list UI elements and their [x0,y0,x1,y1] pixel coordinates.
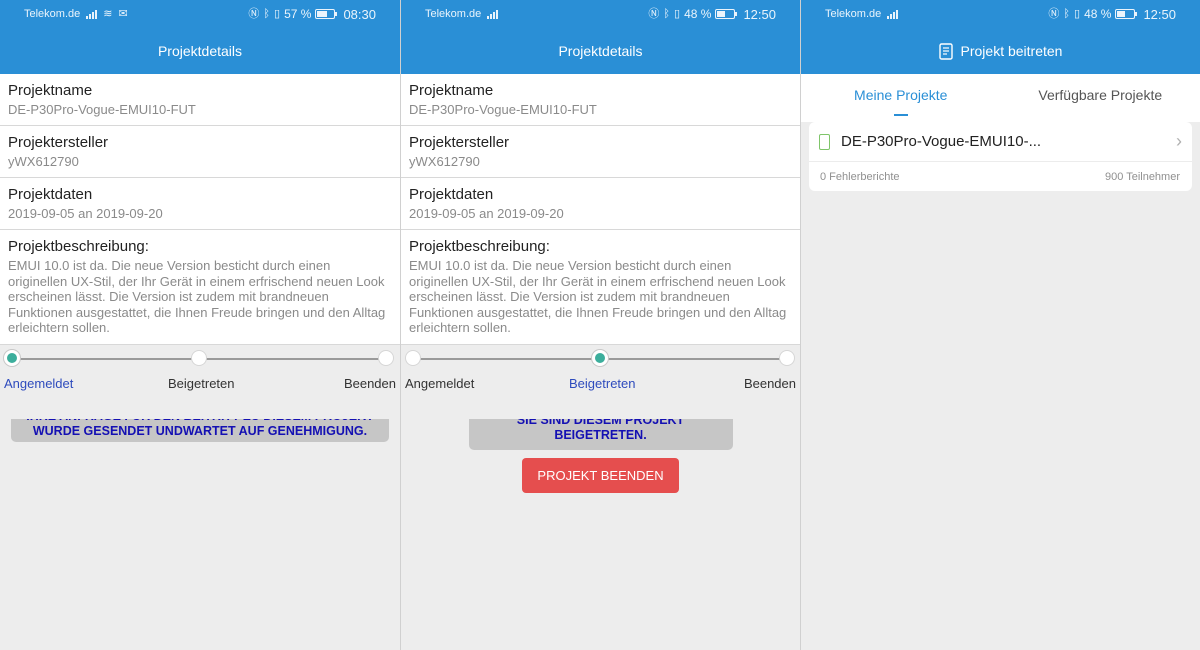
bug-report-count: 0 Fehlerberichte [820,171,900,183]
field-label: Projektdaten [409,186,494,203]
page-title: Projekt beitreten [960,43,1063,59]
battery-percent: 48 % [1084,7,1112,21]
signal-icon [887,9,899,19]
nfc-icon: Ⓝ [248,7,260,20]
screen-project-details-pending: Telekom.de ≋ ✉ Ⓝ ᛒ ▯ 57 % 08:30 Projektd… [0,0,400,650]
project-details: Projektname DE-P30Pro-Vogue-EMUI10-FUT P… [401,74,800,345]
clock: 08:30 [343,6,376,22]
field-value: 2019-09-05 an 2019-09-20 [8,206,163,221]
clock: 12:50 [743,6,776,22]
phone-icon [819,133,830,150]
status-bar: Telekom.de Ⓝ ᛒ ▯ 48 % 12:50 [801,0,1200,28]
field-project-dates: Projektdaten 2019-09-05 an 2019-09-20 [401,178,800,230]
project-card-header[interactable]: DE-P30Pro-Vogue-EMUI10-... › [809,122,1192,162]
battery-icon [315,9,338,19]
document-icon [938,42,953,60]
signal-icon [86,9,98,19]
step-label-end: Beenden [343,375,396,391]
status-bar: Telekom.de ≋ ✉ Ⓝ ᛒ ▯ 57 % 08:30 [0,0,400,28]
vibrate-icon: ▯ [1074,7,1081,20]
nfc-icon: Ⓝ [1048,7,1060,20]
field-value: yWX612790 [8,154,79,169]
project-details: Projektname DE-P30Pro-Vogue-EMUI10-FUT P… [0,74,400,345]
step-node-registered [405,349,421,366]
field-value: DE-P30Pro-Vogue-EMUI10-FUT [409,102,597,117]
field-value: 2019-09-05 an 2019-09-20 [409,206,564,221]
battery-icon [1115,9,1138,19]
carrier-label: Telekom.de [425,8,482,20]
app-bar: Telekom.de Ⓝ ᛒ ▯ 48 % 12:50 Projekt beit… [801,0,1200,74]
bluetooth-icon: ᛒ [663,7,671,20]
field-project-description: Projektbeschreibung: EMUI 10.0 ist da. D… [401,230,800,345]
field-label: Projektersteller [409,134,510,151]
field-label: Projektbeschreibung: [409,238,550,255]
signal-icon [487,9,499,19]
wifi-icon: ≋ [103,7,113,20]
carrier-label: Telekom.de [24,8,81,20]
step-label-joined: Beigetreten [168,375,235,391]
step-label-registered: Angemeldet [405,375,475,391]
field-label: Projektersteller [8,134,109,151]
field-label: Projektname [409,82,494,99]
vibrate-icon: ▯ [274,7,281,20]
page-title: Projektdetails [157,43,243,59]
field-project-dates: Projektdaten 2019-09-05 an 2019-09-20 [0,178,400,230]
app-bar: Telekom.de Ⓝ ᛒ ▯ 48 % 12:50 Projektdetai… [401,0,800,74]
field-project-name: Projektname DE-P30Pro-Vogue-EMUI10-FUT [0,74,400,126]
progress-stepper: Angemeldet Beigetreten Beenden [401,344,800,419]
project-card[interactable]: DE-P30Pro-Vogue-EMUI10-... › 0 Fehlerber… [809,122,1192,191]
battery-percent: 48 % [684,7,712,21]
step-label-joined: Beigetreten [569,375,636,391]
field-project-description: Projektbeschreibung: EMUI 10.0 ist da. D… [0,230,400,345]
field-label: Projektbeschreibung: [8,238,149,255]
bluetooth-icon: ᛒ [1063,7,1071,20]
app-bar: Telekom.de ≋ ✉ Ⓝ ᛒ ▯ 57 % 08:30 Projektd… [0,0,400,74]
field-project-creator: Projektersteller yWX612790 [0,126,400,178]
step-label-registered: Angemeldet [4,375,74,391]
field-label: Projektdaten [8,186,93,203]
project-name: DE-P30Pro-Vogue-EMUI10-... [841,133,1042,150]
step-node-end [779,349,795,366]
tab-available-projects[interactable]: Verfügbare Projekte [1001,74,1200,122]
page-title-bar: Projekt beitreten [801,28,1200,74]
field-value: EMUI 10.0 ist da. Die neue Version besti… [409,258,787,336]
tab-my-projects[interactable]: Meine Projekte [801,74,1001,122]
mail-icon: ✉ [118,7,128,20]
field-label: Projektname [8,82,93,99]
screen-join-project: Telekom.de Ⓝ ᛒ ▯ 48 % 12:50 Projekt beit… [800,0,1200,650]
carrier-label: Telekom.de [825,8,882,20]
field-value: EMUI 10.0 ist da. Die neue Version besti… [8,258,386,336]
step-node-registered [4,349,20,366]
field-project-creator: Projektersteller yWX612790 [401,126,800,178]
page-title: Projektdetails [558,43,643,59]
project-tabs: Meine Projekte Verfügbare Projekte [801,74,1200,122]
nfc-icon: Ⓝ [648,7,660,20]
progress-stepper: Angemeldet Beigetreten Beenden [0,344,400,419]
screens: Telekom.de ≋ ✉ Ⓝ ᛒ ▯ 57 % 08:30 Projektd… [0,0,1200,650]
step-label-end: Beenden [743,375,796,391]
step-node-joined [592,349,608,366]
vibrate-icon: ▯ [674,7,681,20]
battery-icon [715,9,738,19]
chevron-right-icon: › [1176,131,1182,151]
step-node-joined [191,349,207,366]
step-node-end [378,349,394,366]
field-value: DE-P30Pro-Vogue-EMUI10-FUT [8,102,196,117]
clock: 12:50 [1143,6,1176,22]
field-value: yWX612790 [409,154,480,169]
end-project-button[interactable]: PROJEKT BEENDEN [522,457,679,493]
screen-project-details-joined: Telekom.de Ⓝ ᛒ ▯ 48 % 12:50 Projektdetai… [400,0,800,650]
participant-count: 900 Teilnehmer [1104,171,1180,183]
bluetooth-icon: ᛒ [263,7,271,20]
battery-percent: 57 % [284,7,312,21]
project-card-stats: 0 Fehlerberichte 900 Teilnehmer [809,162,1192,191]
field-project-name: Projektname DE-P30Pro-Vogue-EMUI10-FUT [401,74,800,126]
status-bar: Telekom.de Ⓝ ᛒ ▯ 48 % 12:50 [401,0,800,28]
